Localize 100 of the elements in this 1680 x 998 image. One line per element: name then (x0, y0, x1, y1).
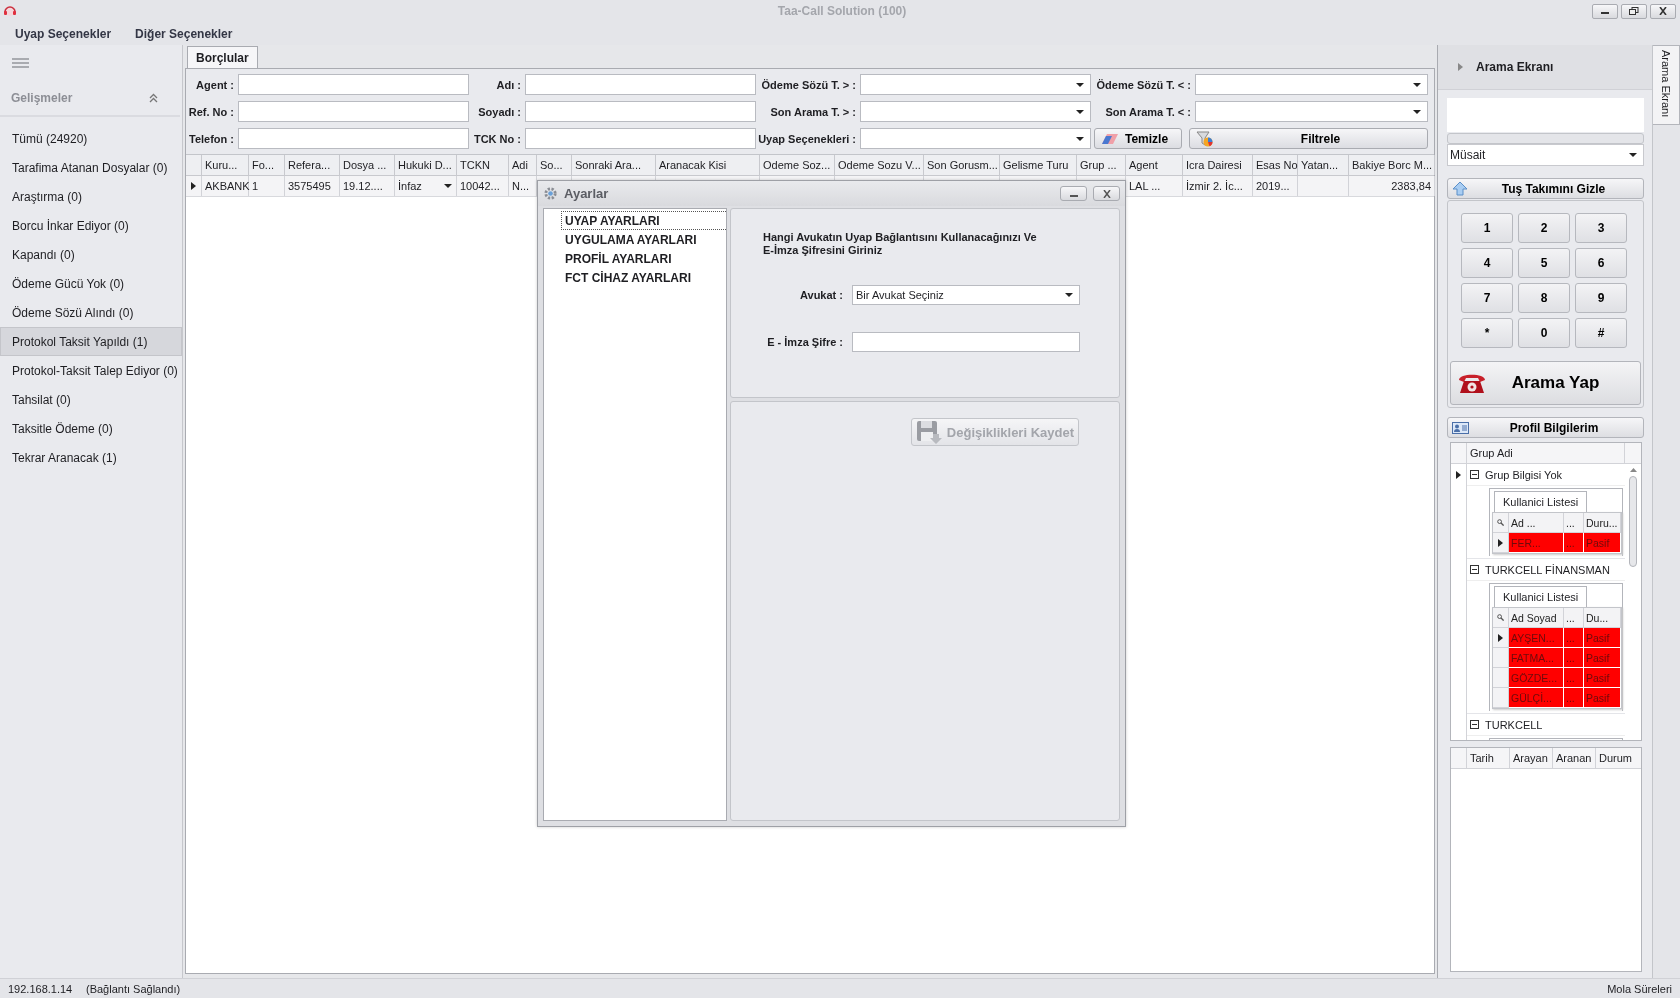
column-header[interactable]: Esas No (1253, 155, 1298, 175)
status-dropdown[interactable]: Müsait (1447, 144, 1644, 166)
collapse-icon[interactable] (1470, 565, 1479, 574)
restore-button[interactable] (1621, 3, 1647, 19)
keypad-key[interactable]: 1 (1461, 213, 1513, 243)
column-header[interactable]: Icra Dairesi (1183, 155, 1253, 175)
column-header[interactable]: Dosya ... (340, 155, 395, 175)
column-header[interactable]: TCKN (457, 155, 509, 175)
keypad-key[interactable]: 2 (1518, 213, 1570, 243)
caret-icon[interactable] (1458, 63, 1463, 71)
sidebar-item[interactable]: Borcu İnkar Ediyor (0) (0, 211, 182, 240)
search-icon[interactable] (1497, 614, 1504, 621)
keypad-key[interactable]: 7 (1461, 283, 1513, 313)
keypad-key[interactable]: * (1461, 318, 1513, 348)
dropdown-field[interactable]: Bir Avukat Seçiniz (852, 285, 1080, 305)
collapse-icon[interactable] (1470, 470, 1479, 479)
input-field[interactable] (525, 128, 756, 149)
status-item[interactable]: Mola Süreleri (1607, 983, 1672, 995)
row-header[interactable] (1493, 628, 1509, 648)
minimize-button[interactable] (1060, 186, 1087, 201)
collapse-icon[interactable] (1470, 720, 1479, 729)
column-header[interactable]: Durum (1596, 748, 1641, 768)
input-field[interactable] (238, 101, 469, 122)
sidebar-item[interactable]: Kapandı (0) (0, 240, 182, 269)
column-header[interactable]: Adi (509, 155, 537, 175)
dropdown-field[interactable] (860, 101, 1091, 122)
nav-item[interactable]: UYAP AYARLARI (561, 211, 726, 230)
column-header[interactable]: Du... (1584, 608, 1621, 628)
column-header[interactable]: Duru... (1584, 513, 1621, 533)
tab[interactable]: Kullanici Listesi (1494, 491, 1588, 512)
dropdown-field[interactable] (860, 74, 1091, 95)
column-header[interactable]: Ad ... (1509, 513, 1564, 533)
column-header[interactable]: Aranacak Kisi (656, 155, 760, 175)
close-button[interactable] (1093, 186, 1120, 201)
column-header[interactable]: ... (1564, 513, 1584, 533)
column-header[interactable]: Grup ... (1077, 155, 1126, 175)
column-header[interactable]: Fo... (249, 155, 285, 175)
clear-button[interactable]: Temizle (1094, 128, 1182, 149)
column-header[interactable]: Yatan... (1298, 155, 1349, 175)
column-header[interactable]: Kuru... (202, 155, 249, 175)
column-header[interactable]: Ad Soyad (1509, 608, 1564, 628)
password-field[interactable] (852, 332, 1080, 352)
profile-button[interactable]: Profil Bilgilerim (1447, 417, 1644, 438)
keypad-key[interactable]: 4 (1461, 248, 1513, 278)
column-header[interactable]: Refera... (285, 155, 340, 175)
tab[interactable]: Borçlular (187, 46, 258, 68)
sidebar-item[interactable]: Tümü (24920) (0, 124, 182, 153)
column-header[interactable]: Bakiye Borc M... (1349, 155, 1435, 175)
keypad-key[interactable]: 3 (1575, 213, 1627, 243)
column-header[interactable]: Tarih (1467, 748, 1510, 768)
dropdown-field[interactable] (1195, 74, 1428, 95)
keypad-key[interactable]: 6 (1575, 248, 1627, 278)
filter-button[interactable]: Filtrele (1189, 128, 1428, 149)
menu-item[interactable]: Diğer Seçenekler (126, 24, 242, 43)
column-header[interactable]: Arayan (1510, 748, 1553, 768)
sidebar-item[interactable]: Tahsilat (0) (0, 385, 182, 414)
sidebar-item[interactable]: Ödeme Sözü Alındı (0) (0, 298, 182, 327)
call-button[interactable]: Arama Yap (1450, 361, 1641, 405)
input-field[interactable] (525, 101, 756, 122)
sidebar-item[interactable]: Tarafima Atanan Dosyalar (0) (0, 153, 182, 182)
menu-item[interactable]: Uyap Seçenekler (6, 24, 121, 43)
dropdown-field[interactable] (1195, 101, 1428, 122)
nav-item[interactable]: UYGULAMA AYARLARI (561, 230, 726, 249)
column-header[interactable]: Son Gorusm... (924, 155, 1000, 175)
column-header[interactable]: Gelisme Turu (1000, 155, 1077, 175)
table-cell: GÖZDE... (1509, 668, 1564, 688)
column-header[interactable]: Odeme Soz... (760, 155, 835, 175)
menu-icon[interactable] (12, 58, 29, 68)
sidebar-item[interactable]: Araştırma (0) (0, 182, 182, 211)
nav-item[interactable]: FCT CİHAZ AYARLARI (561, 268, 726, 287)
column-header[interactable]: Aranan (1553, 748, 1596, 768)
keypad-toggle-button[interactable]: Tuş Takımını Gizle (1447, 178, 1644, 199)
sidebar-item[interactable]: Taksitle Ödeme (0) (0, 414, 182, 443)
nav-item[interactable]: PROFİL AYARLARI (561, 249, 726, 268)
dropdown-field[interactable] (860, 128, 1091, 149)
column-header[interactable]: Sonraki Ara... (572, 155, 656, 175)
keypad-key[interactable]: 9 (1575, 283, 1627, 313)
search-icon[interactable] (1497, 519, 1504, 526)
column-header[interactable]: So... (537, 155, 572, 175)
side-tab[interactable]: Arama Ekranı (1653, 45, 1680, 125)
column-header[interactable]: Odeme Sozu V... (835, 155, 924, 175)
keypad-key[interactable]: 0 (1518, 318, 1570, 348)
tab[interactable]: Kullanici Listesi (1494, 586, 1588, 607)
sidebar-item[interactable]: Ödeme Gücü Yok (0) (0, 269, 182, 298)
keypad-key[interactable]: 5 (1518, 248, 1570, 278)
column-header[interactable]: ... (1564, 608, 1584, 628)
close-button[interactable] (1650, 3, 1676, 19)
keypad-key[interactable]: 8 (1518, 283, 1570, 313)
sidebar-item[interactable]: Protokol-Taksit Talep Ediyor (0) (0, 356, 182, 385)
input-field[interactable] (238, 128, 469, 149)
input-field[interactable] (525, 74, 756, 95)
input-field[interactable] (238, 74, 469, 95)
column-header[interactable]: Agent (1126, 155, 1183, 175)
column-header[interactable]: Hukuki D... (395, 155, 457, 175)
sidebar-item[interactable]: Protokol Taksit Yapıldı (1) (0, 327, 182, 356)
minimize-button[interactable] (1592, 3, 1618, 19)
row-header[interactable] (1493, 533, 1509, 553)
keypad-key[interactable]: # (1575, 318, 1627, 348)
scrollbar-thumb[interactable] (1629, 476, 1637, 567)
sidebar-item[interactable]: Tekrar Aranacak (1) (0, 443, 182, 472)
